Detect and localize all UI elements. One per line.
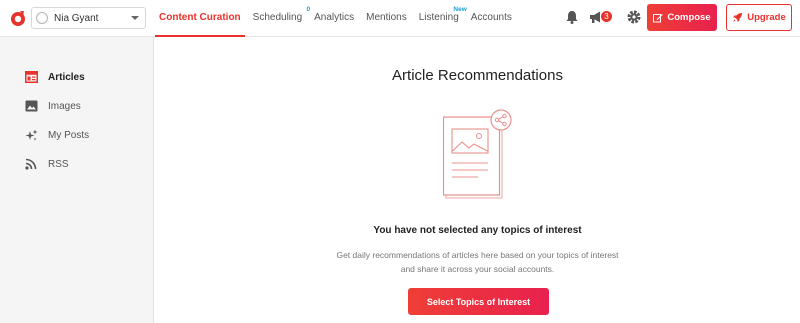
new-badge: New bbox=[453, 6, 467, 13]
gear-icon[interactable] bbox=[626, 9, 642, 25]
tab-content-curation[interactable]: Content Curation bbox=[155, 0, 245, 37]
articles-icon bbox=[25, 71, 38, 83]
notification-count-badge: 3 bbox=[601, 11, 612, 22]
page-title: Article Recommendations bbox=[392, 67, 563, 84]
tab-scheduling[interactable]: Scheduling 0 bbox=[249, 0, 310, 37]
sidebar-item-label: Images bbox=[48, 100, 81, 112]
account-switcher[interactable]: Nia Gyant bbox=[31, 7, 146, 29]
main-content: Article Recommendations You have not sel… bbox=[155, 37, 800, 323]
bell-icon[interactable] bbox=[564, 9, 580, 25]
empty-state-description: Get daily recommendations of articles he… bbox=[336, 250, 619, 274]
sidebar: Articles Images My Posts RSS bbox=[0, 37, 154, 323]
tab-mentions[interactable]: Mentions bbox=[362, 0, 411, 37]
account-name: Nia Gyant bbox=[54, 12, 99, 24]
select-topics-button[interactable]: Select Topics of Interest bbox=[408, 288, 549, 315]
avatar bbox=[36, 12, 48, 24]
upgrade-button[interactable]: Upgrade bbox=[726, 4, 792, 31]
chevron-down-icon bbox=[131, 16, 139, 20]
app-logo-icon[interactable] bbox=[9, 9, 27, 27]
sidebar-item-label: RSS bbox=[48, 158, 69, 170]
image-icon bbox=[25, 100, 38, 112]
article-illustration-icon bbox=[443, 109, 512, 199]
compose-icon bbox=[653, 13, 664, 22]
sidebar-item-images[interactable]: Images bbox=[25, 100, 81, 112]
top-bar: Nia Gyant Content Curation Scheduling 0 A… bbox=[0, 0, 800, 37]
tab-analytics[interactable]: Analytics bbox=[310, 0, 358, 37]
sidebar-item-my-posts[interactable]: My Posts bbox=[25, 129, 89, 142]
main-nav: Content Curation Scheduling 0 Analytics M… bbox=[155, 0, 520, 37]
tab-accounts[interactable]: Accounts bbox=[467, 0, 516, 37]
sparkle-icon bbox=[25, 129, 38, 141]
empty-state-heading: You have not selected any topics of inte… bbox=[373, 225, 582, 236]
sidebar-item-label: My Posts bbox=[48, 130, 90, 141]
compose-button[interactable]: Compose bbox=[647, 4, 717, 31]
sidebar-item-label: Articles bbox=[48, 71, 85, 83]
sidebar-item-articles[interactable]: Articles bbox=[25, 71, 85, 83]
sidebar-item-rss[interactable]: RSS bbox=[25, 158, 69, 170]
rss-icon bbox=[25, 158, 37, 170]
tab-listening[interactable]: Listening New bbox=[415, 0, 467, 37]
rocket-icon bbox=[733, 13, 743, 22]
